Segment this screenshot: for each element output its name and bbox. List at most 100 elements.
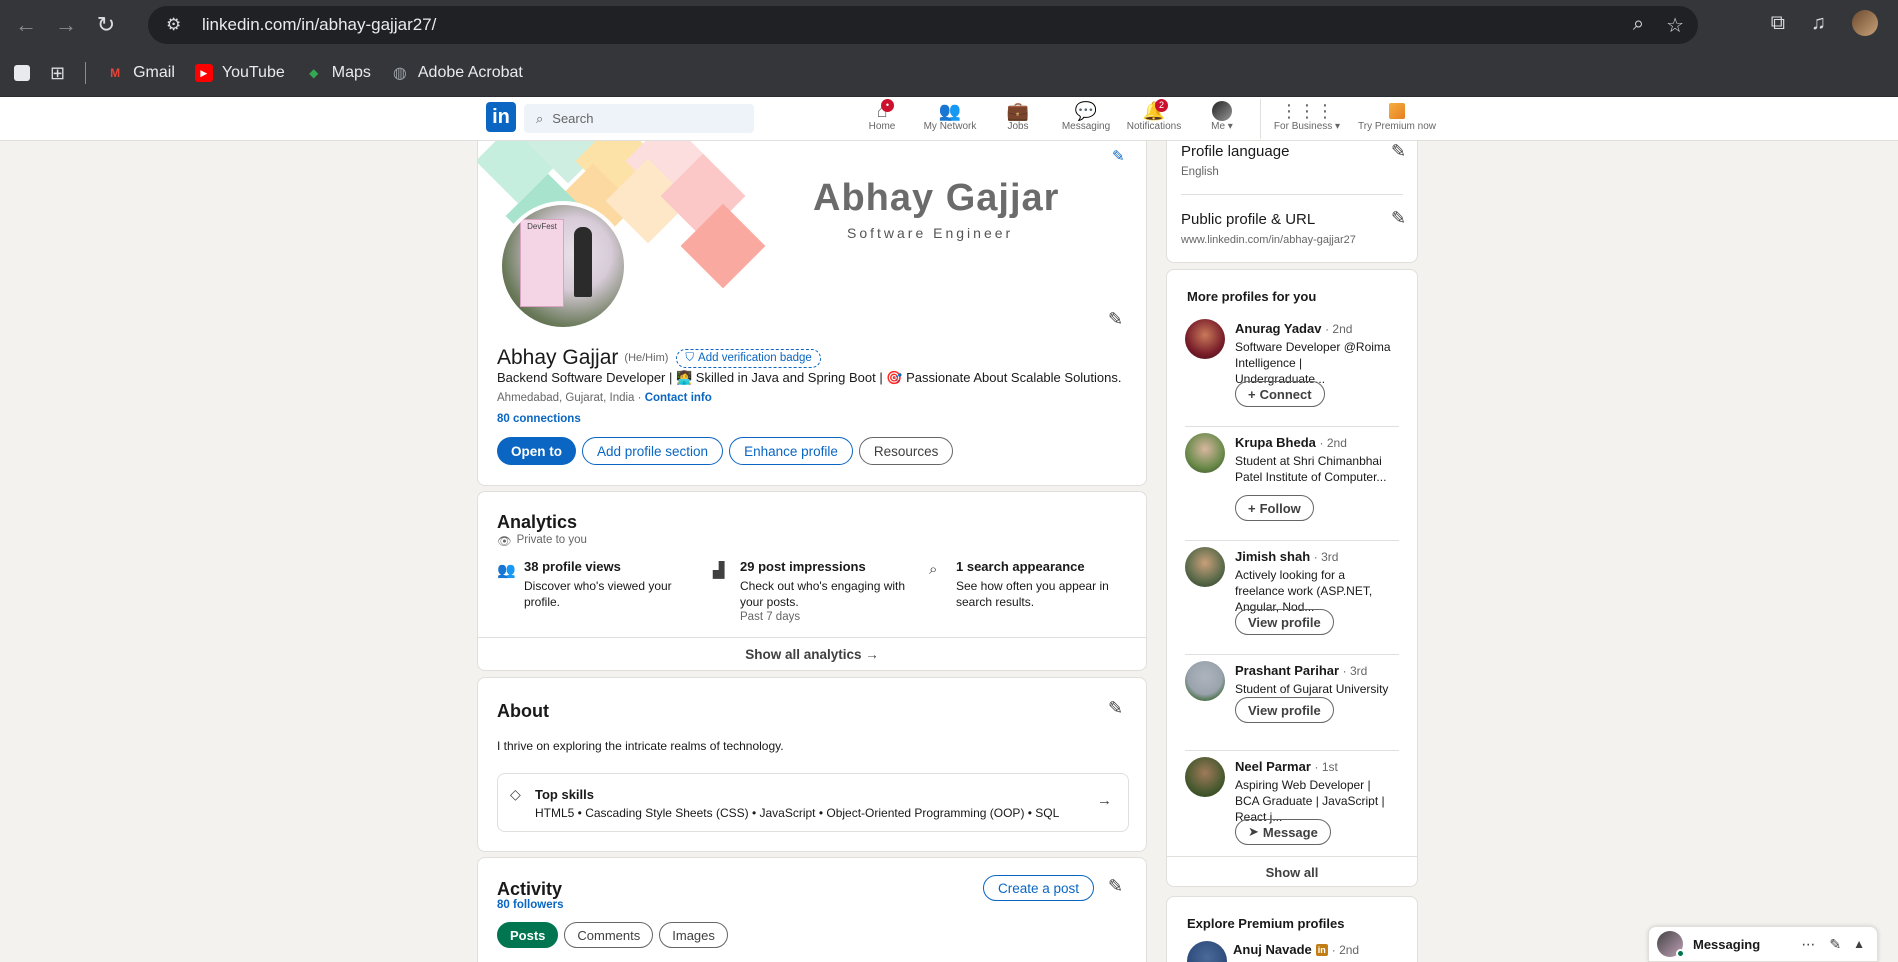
resources-button[interactable]: Resources — [858, 437, 954, 465]
browser-profile-avatar[interactable] — [1852, 10, 1878, 36]
devfest-text: DevFest — [527, 222, 557, 231]
avatar — [1185, 319, 1225, 359]
top-skills-title: Top skills — [535, 787, 594, 802]
more-options-icon[interactable]: ⋯ — [1801, 936, 1815, 953]
back-icon[interactable]: ← — [6, 12, 46, 38]
profile-suggestion[interactable]: Prashant Parihar · 3rd Student of Gujara… — [1185, 655, 1399, 751]
enhance-profile-button[interactable]: Enhance profile — [729, 437, 853, 465]
nav-notifications[interactable]: 🔔 2 Notifications — [1120, 99, 1188, 139]
create-post-button[interactable]: Create a post — [983, 875, 1095, 901]
bookmark-star-icon[interactable]: ☆ — [1666, 13, 1684, 38]
nav-for-business[interactable]: ⋮⋮⋮ For Business ▾ — [1265, 99, 1349, 139]
search-icon: ⌕ — [929, 561, 938, 578]
profile-language-value: English — [1181, 166, 1219, 178]
tab-comments[interactable]: Comments — [564, 922, 654, 948]
nav-home[interactable]: ⌂ • Home — [848, 99, 916, 139]
more-profiles-title: More profiles for you — [1187, 289, 1317, 304]
contact-info-link[interactable]: Contact info — [645, 392, 712, 404]
suggestion-description: Student of Gujarat University — [1235, 682, 1389, 696]
avatar — [1187, 941, 1227, 962]
bookmark-youtube[interactable]: ▶ YouTube — [194, 64, 285, 82]
explore-premium-title: Explore Premium profiles — [1187, 916, 1345, 931]
nav-jobs[interactable]: 💼 Jobs — [984, 99, 1052, 139]
bookmark-gmail[interactable]: M Gmail — [106, 64, 175, 82]
suggestion-name[interactable]: Anurag Yadav — [1235, 321, 1321, 336]
follow-button[interactable]: + Follow — [1235, 495, 1314, 521]
open-to-button[interactable]: Open to — [497, 437, 576, 465]
compose-icon[interactable]: ✎ — [1829, 936, 1841, 953]
browser-toolbar: ← → ↻ ⚙ linkedin.com/in/abhay-gajjar27/ … — [0, 0, 1898, 50]
top-skills-box[interactable]: ◇ Top skills HTML5 • Cascading Style She… — [497, 773, 1129, 832]
stat-desc: Check out who's engaging with your posts… — [740, 579, 906, 609]
profile-photo[interactable]: DevFest — [498, 201, 628, 331]
stat-period: Past 7 days — [740, 611, 801, 623]
about-title: About — [497, 701, 549, 721]
edit-language-icon[interactable]: ✎ — [1391, 141, 1406, 162]
suggestion-name[interactable]: Neel Parmar — [1235, 759, 1311, 774]
chevron-up-icon[interactable]: ▲ — [1853, 937, 1865, 951]
youtube-icon: ▶ — [194, 64, 213, 82]
zoom-icon[interactable]: ⌕ — [1633, 13, 1644, 38]
bookmark-adobe-acrobat[interactable]: ◍ Adobe Acrobat — [391, 64, 523, 82]
connect-button[interactable]: + Connect — [1235, 381, 1325, 407]
profile-suggestion[interactable]: Krupa Bheda · 2nd Student at Shri Chiman… — [1185, 427, 1399, 541]
add-profile-section-button[interactable]: Add profile section — [582, 437, 724, 465]
eye-icon: 👁 — [497, 536, 512, 548]
nav-label: Messaging — [1061, 121, 1111, 132]
profile-name: Abhay Gajjar — [497, 346, 619, 369]
tab-images[interactable]: Images — [659, 922, 728, 948]
profile-suggestion[interactable]: Neel Parmar · 1st Aspiring Web Developer… — [1185, 751, 1399, 865]
tab-search-icon[interactable] — [14, 65, 30, 81]
nav-messaging[interactable]: 💬 Messaging — [1052, 99, 1120, 139]
activity-title: Activity — [497, 879, 563, 899]
suggestion-description: Student at Shri Chimanbhai Patel Institu… — [1235, 454, 1387, 484]
media-control-icon[interactable]: ♫ — [1811, 12, 1826, 35]
profile-settings-card: Profile language ✎ English Public profil… — [1166, 141, 1418, 263]
followers-link[interactable]: 80 followers — [497, 899, 563, 911]
profile-suggestion[interactable]: Anurag Yadav · 2nd Software Developer @R… — [1185, 313, 1399, 427]
suggestion-name[interactable]: Krupa Bheda — [1235, 435, 1316, 450]
message-button[interactable]: ➤ Message — [1235, 819, 1331, 845]
view-profile-button[interactable]: View profile — [1235, 697, 1334, 723]
extensions-icon[interactable]: ⧉ — [1771, 12, 1785, 35]
public-profile-url[interactable]: www.linkedin.com/in/abhay-gajjar27 — [1181, 234, 1356, 246]
avatar — [1185, 433, 1225, 473]
forward-icon[interactable]: → — [46, 12, 86, 38]
button-label: View profile — [1248, 614, 1321, 630]
address-bar[interactable]: ⚙ linkedin.com/in/abhay-gajjar27/ ⌕ ☆ — [148, 6, 1698, 44]
suggestion-name[interactable]: Prashant Parihar — [1235, 663, 1339, 678]
view-profile-button[interactable]: View profile — [1235, 609, 1334, 635]
suggestion-name[interactable]: Jimish shah — [1235, 549, 1310, 564]
linkedin-logo[interactable]: in — [486, 102, 516, 132]
reload-icon[interactable]: ↻ — [86, 12, 126, 38]
show-all-profiles-button[interactable]: Show all — [1167, 857, 1417, 887]
search-input[interactable]: ⌕ Search — [524, 104, 754, 133]
edit-activity-icon[interactable]: ✎ — [1108, 876, 1123, 897]
bookmark-maps[interactable]: ◆ Maps — [305, 64, 371, 82]
edit-about-icon[interactable]: ✎ — [1108, 698, 1123, 719]
verification-badge-button[interactable]: ⛉ Add verification badge — [676, 348, 821, 368]
nav-premium[interactable]: Try Premium now — [1349, 99, 1445, 139]
edit-banner-icon[interactable]: ✎ — [1112, 147, 1125, 165]
nav-me[interactable]: Me ▾ — [1188, 99, 1256, 139]
edit-intro-icon[interactable]: ✎ — [1108, 309, 1123, 330]
arrow-right-icon: → — [1097, 792, 1112, 809]
nav-label: My Network — [923, 121, 977, 132]
edit-url-icon[interactable]: ✎ — [1391, 208, 1406, 229]
tab-posts[interactable]: Posts — [497, 922, 559, 948]
suggestion-degree: · 1st — [1314, 760, 1338, 774]
messaging-dock[interactable]: Messaging ⋯ ✎ ▲ — [1648, 926, 1878, 962]
nav-label: Me ▾ — [1211, 121, 1233, 132]
nav-my-network[interactable]: 👥 My Network — [916, 99, 984, 139]
apps-grid-icon[interactable]: ⊞ — [50, 63, 65, 84]
site-info-icon[interactable]: ⚙ — [166, 15, 188, 35]
premium-profile-name[interactable]: Anuj Navade — [1233, 942, 1312, 957]
send-icon: ➤ — [1248, 824, 1259, 839]
address-bar-url[interactable]: linkedin.com/in/abhay-gajjar27/ — [202, 15, 1633, 35]
bell-icon: 🔔 — [1142, 101, 1166, 121]
nav-label: Notifications — [1126, 121, 1182, 132]
connections-link[interactable]: 80 connections — [497, 413, 581, 425]
show-all-analytics-button[interactable]: Show all analytics → — [478, 637, 1146, 671]
linkedin-navbar: in ⌕ Search ⌂ • Home 👥 My Network 💼 Jobs… — [0, 97, 1898, 141]
profile-suggestion[interactable]: Jimish shah · 3rd Actively looking for a… — [1185, 541, 1399, 655]
